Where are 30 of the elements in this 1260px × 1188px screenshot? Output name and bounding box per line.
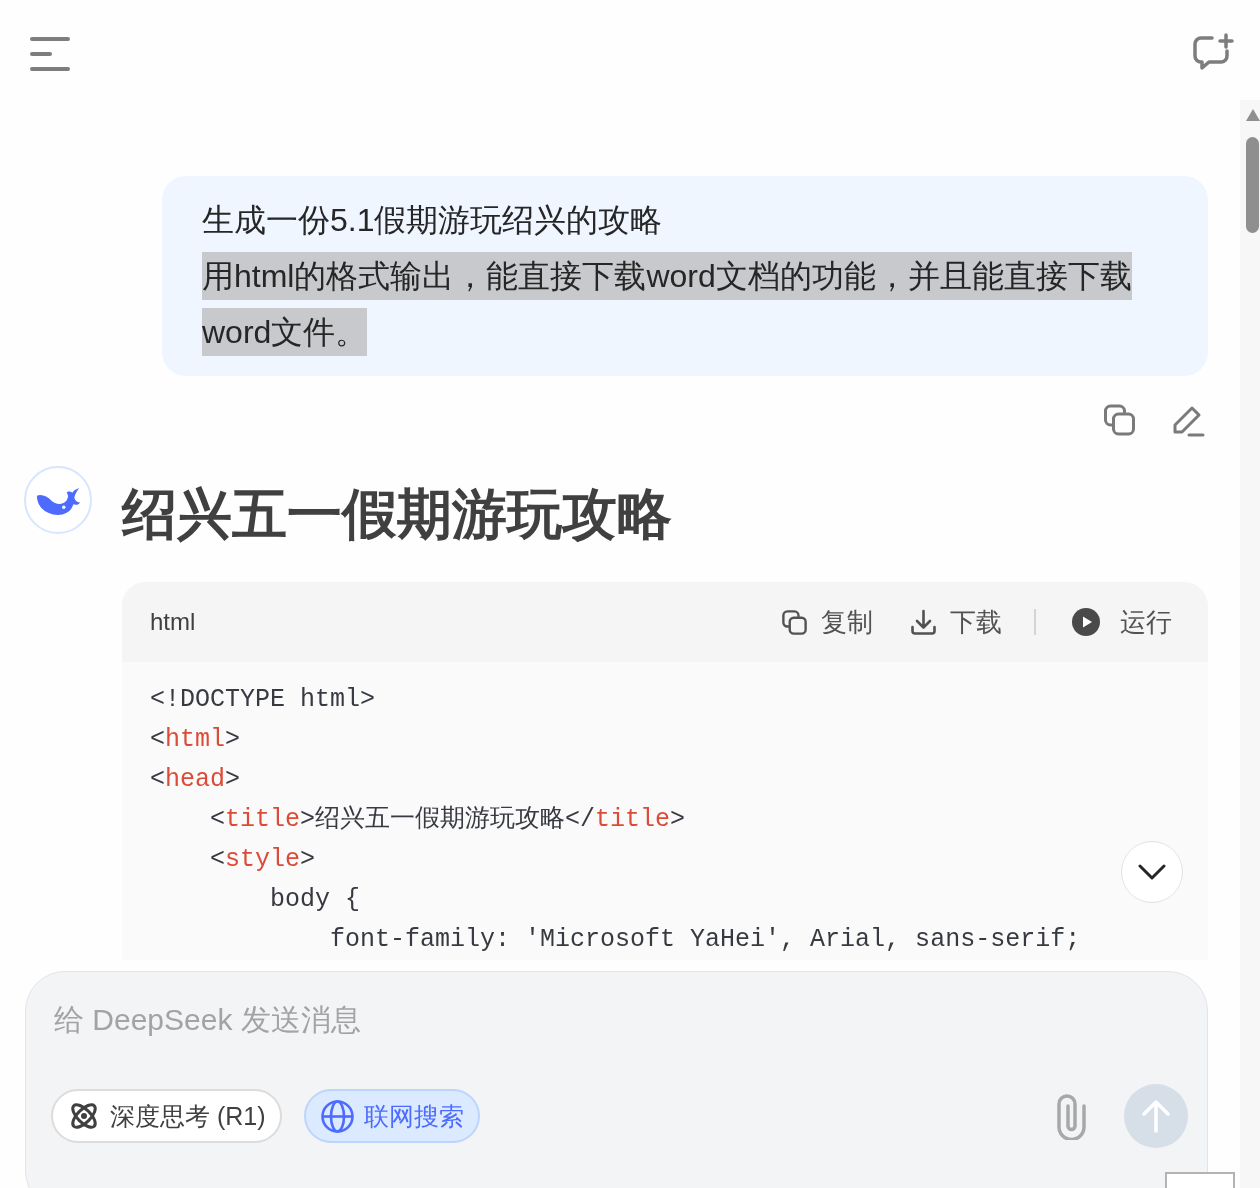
paperclip-icon[interactable]: [1055, 1092, 1088, 1140]
code-line: <head>: [150, 764, 241, 796]
download-icon: [910, 608, 937, 636]
atom-icon: [68, 1100, 100, 1132]
copy-button[interactable]: 复制: [781, 604, 873, 640]
globe-icon: [320, 1099, 354, 1133]
code-line: <title>绍兴五一假期游玩攻略</title>: [209, 804, 686, 836]
run-button[interactable]: 运行: [1072, 604, 1172, 640]
download-button[interactable]: 下载: [910, 604, 1002, 640]
menu-icon[interactable]: [30, 36, 70, 72]
code-line: <html>: [150, 724, 241, 756]
web-search-toggle[interactable]: 联网搜索: [303, 1089, 480, 1143]
message-input[interactable]: 给 DeepSeek 发送消息: [54, 1000, 1188, 1089]
play-icon: [1072, 608, 1100, 636]
code-line: font-family: 'Microsoft YaHei', Arial, sans-serif;: [329, 924, 1081, 956]
deep-think-toggle[interactable]: 深度思考 (R1): [51, 1089, 282, 1143]
code-line: <!DOCTYPE html>: [150, 684, 376, 716]
scroll-up-arrow-icon[interactable]: [1246, 109, 1260, 121]
scrollbar-thumb[interactable]: [1246, 137, 1259, 233]
answer-heading: 绍兴五一假期游玩攻略: [122, 482, 672, 547]
chevron-down-icon: [1138, 864, 1166, 880]
message-input-box[interactable]: 给 DeepSeek 发送消息 深度思考 (R1) 联网搜索: [25, 971, 1208, 1188]
code-line: <style>: [209, 844, 316, 876]
code-line: body {: [269, 884, 361, 916]
message-text: 生成一份5.1假期游玩绍兴的攻略: [202, 201, 663, 240]
code-language: html: [150, 608, 196, 636]
arrow-up-icon: [1140, 1099, 1172, 1133]
scrollbar[interactable]: [1240, 100, 1260, 1188]
copy-icon: [781, 608, 808, 636]
copy-icon[interactable]: [1102, 403, 1137, 437]
